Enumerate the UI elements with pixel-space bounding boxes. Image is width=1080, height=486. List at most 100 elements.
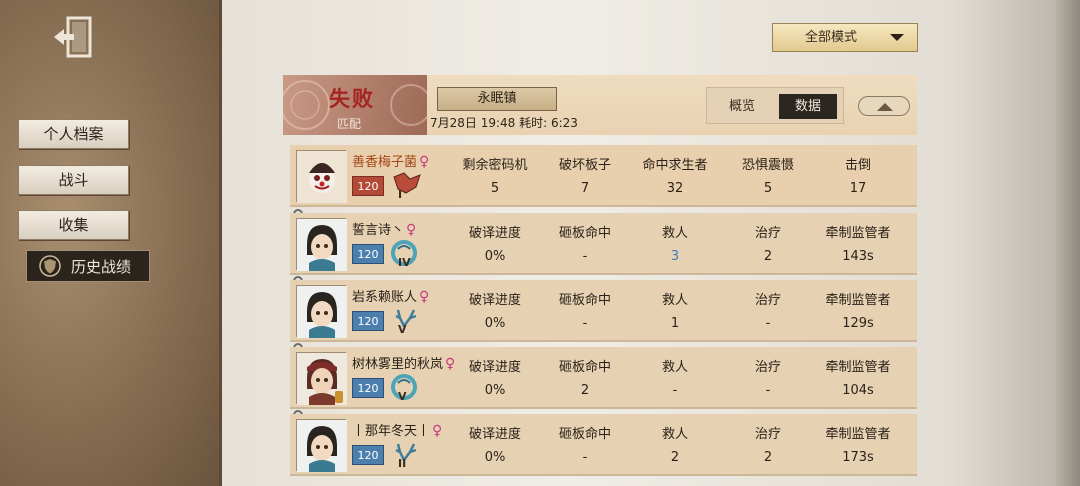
player-name-text: 树林雾里的秋岚: [352, 357, 444, 372]
survivor-avatar: [296, 218, 347, 271]
stat-label: 破译进度: [468, 427, 521, 442]
stat-value: 2: [580, 383, 590, 398]
shield-icon: [39, 255, 61, 277]
rank-tier: V: [398, 390, 407, 403]
survivor-rank-icon: [391, 374, 417, 400]
result-text: 失败: [329, 87, 375, 111]
stat-label: 击倒: [844, 158, 871, 173]
female-icon: ♀: [432, 423, 443, 439]
mode-dropdown[interactable]: 全部模式: [772, 23, 918, 52]
stat-value: 32: [666, 181, 684, 196]
tab-overview[interactable]: 概览: [713, 94, 771, 119]
stat-label: 治疗: [754, 360, 781, 375]
map-name: 永眠镇: [437, 87, 557, 111]
stat-label: 牵制监管者: [825, 360, 891, 375]
hunter-rank-icon: [393, 172, 421, 194]
nav-collection-button[interactable]: 收集: [18, 210, 129, 240]
level-badge: 120: [352, 445, 384, 465]
player-row-survivor[interactable]: 丨那年冬天丨 ♀ 120 II 破译进度 0% 砸板命中 - 救人 2 治疗 2 …: [290, 414, 917, 476]
antler-rank-icon: [395, 443, 417, 463]
player-name: 树林雾里的秋岚 ♀: [352, 353, 455, 372]
stat-label: 牵制监管者: [825, 427, 891, 442]
rank-tier: I: [398, 188, 403, 201]
stat-value: 2: [670, 450, 680, 465]
result-badge: 失败 匹配: [283, 75, 427, 135]
stat-value: 5: [763, 181, 773, 196]
stat-value: 104s: [842, 383, 874, 398]
stat-value: 2: [763, 249, 773, 264]
stat-label: 牵制监管者: [825, 293, 891, 308]
player-row-survivor[interactable]: 树林雾里的秋岚 ♀ 120 V 破译进度 0% 砸板命中 2 救人 - 治疗 - …: [290, 347, 917, 409]
stat-label: 治疗: [754, 293, 781, 308]
player-row-survivor[interactable]: 誓言诗丶 ♀ 120 IV 破译进度 0% 砸板命中 - 救人 3 治疗 2 牵制…: [290, 213, 917, 275]
stat-value: 0%: [484, 450, 506, 465]
stat-value: 1: [670, 316, 680, 331]
stat-label: 恐惧震慑: [741, 158, 794, 173]
stat-label: 治疗: [754, 226, 781, 241]
stat-value: -: [582, 249, 588, 264]
exit-door-icon[interactable]: [50, 14, 96, 60]
nav-profile-button[interactable]: 个人档案: [18, 119, 129, 149]
mode-dropdown-value: 全部模式: [805, 30, 858, 45]
stat-label: 砸板命中: [558, 360, 611, 375]
rank-tier: IV: [398, 256, 411, 269]
stat-value: 2: [763, 450, 773, 465]
level-badge: 120: [352, 378, 384, 398]
player-row-survivor[interactable]: 岩系赖账人 ♀ 120 V 破译进度 0% 砸板命中 - 救人 1 治疗 - 牵制…: [290, 280, 917, 342]
hunter-avatar: [296, 150, 347, 203]
stat-value: 17: [849, 181, 867, 196]
stat-label: 治疗: [754, 427, 781, 442]
player-name-text: 丨那年冬天丨: [352, 424, 431, 439]
nav-battle-button[interactable]: 战斗: [18, 165, 129, 195]
female-icon: ♀: [419, 289, 430, 305]
collapse-button[interactable]: [858, 96, 910, 116]
stat-value: 0%: [484, 249, 506, 264]
player-name: 善香梅子菌 ♀: [352, 151, 429, 170]
player-name: 岩系赖账人 ♀: [352, 286, 429, 305]
stat-value: 143s: [842, 249, 874, 264]
level-badge: 120: [352, 176, 384, 196]
stat-value: 3: [670, 249, 680, 264]
female-icon: ♀: [419, 154, 430, 170]
player-name-text: 誓言诗丶: [352, 223, 405, 238]
stat-label: 命中求生者: [642, 158, 708, 173]
match-type: 匹配: [337, 117, 362, 131]
stat-label: 砸板命中: [558, 226, 611, 241]
tab-data[interactable]: 数据: [779, 94, 837, 119]
view-tabs: 概览 数据: [706, 87, 844, 124]
player-name: 誓言诗丶 ♀: [352, 219, 416, 238]
stat-value: -: [582, 450, 588, 465]
stat-label: 破坏板子: [558, 158, 611, 173]
stat-value: 5: [490, 181, 500, 196]
stat-label: 砸板命中: [558, 293, 611, 308]
stat-label: 破译进度: [468, 293, 521, 308]
survivor-avatar: [296, 419, 347, 472]
stat-label: 救人: [661, 427, 688, 442]
stat-value: -: [765, 316, 771, 331]
chevron-up-icon: [877, 103, 893, 111]
level-badge: 120: [352, 244, 384, 264]
stat-label: 牵制监管者: [825, 226, 891, 241]
player-name-text: 岩系赖账人: [352, 290, 418, 305]
paper-edge: [1056, 0, 1080, 486]
stat-label: 救人: [661, 293, 688, 308]
chevron-down-icon: [890, 34, 904, 41]
stat-value: -: [672, 383, 678, 398]
player-row-hunter[interactable]: 善香梅子菌 ♀ 120 I 剩余密码机 5 破坏板子 7 命中求生者 32 恐惧震…: [290, 145, 917, 207]
rank-tier: II: [398, 457, 407, 470]
nav-history-button[interactable]: 历史战绩: [26, 250, 150, 282]
player-name-text: 善香梅子菌: [352, 155, 418, 170]
antler-rank-icon: [395, 309, 417, 329]
rank-tier: V: [398, 323, 407, 336]
stat-label: 破译进度: [468, 360, 521, 375]
stat-value: 173s: [842, 450, 874, 465]
stat-label: 剩余密码机: [462, 158, 528, 173]
stat-label: 破译进度: [468, 226, 521, 241]
survivor-avatar: [296, 285, 347, 338]
player-name: 丨那年冬天丨 ♀: [352, 420, 442, 439]
stat-label: 砸板命中: [558, 427, 611, 442]
survivor-avatar: [296, 352, 347, 405]
stat-label: 救人: [661, 226, 688, 241]
nav-history-label: 历史战绩: [71, 257, 132, 276]
stat-value: -: [582, 316, 588, 331]
